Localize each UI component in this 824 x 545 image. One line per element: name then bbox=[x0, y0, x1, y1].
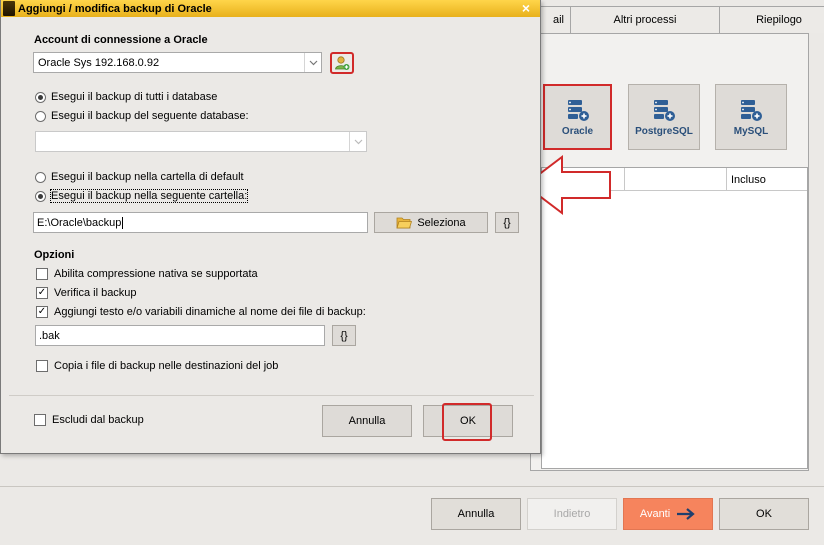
filename-suffix-value: .bak bbox=[39, 329, 60, 342]
checkbox-add-text[interactable]: ✓ Aggiungi testo e/o variabili dinamiche… bbox=[36, 306, 366, 318]
footer-divider bbox=[0, 486, 824, 487]
postgresql-button[interactable]: PostgreSQL bbox=[628, 84, 700, 150]
checkbox-box bbox=[36, 268, 48, 280]
postgresql-button-label: PostgreSQL bbox=[635, 125, 693, 137]
filename-suffix-input[interactable]: .bak bbox=[35, 325, 325, 346]
radio-custom-folder-label: Esegui il backup nella seguente cartella… bbox=[49, 189, 249, 203]
next-button[interactable]: Avanti bbox=[623, 498, 713, 530]
back-button[interactable]: Indietro bbox=[527, 498, 617, 530]
radio-indicator bbox=[35, 190, 46, 202]
text-caret bbox=[122, 216, 124, 229]
radio-default-folder-label: Esegui il backup nella cartella di defau… bbox=[51, 171, 244, 183]
cancel-button[interactable]: Annulla bbox=[431, 498, 521, 530]
radio-indicator bbox=[35, 110, 46, 122]
checkbox-copy-to-destinations-label: Copia i file di backup nelle destinazion… bbox=[54, 360, 279, 372]
oracle-backup-dialog: Aggiungi / modifica backup di Oracle × A… bbox=[0, 0, 541, 454]
database-add-icon bbox=[654, 99, 675, 121]
radio-single-database-label: Esegui il backup del seguente database: bbox=[51, 110, 249, 122]
radio-all-databases-label: Esegui il backup di tutti i database bbox=[51, 91, 218, 103]
oracle-button[interactable]: Oracle bbox=[543, 84, 612, 150]
radio-indicator bbox=[35, 171, 46, 183]
checkbox-native-compression-label: Abilita compressione nativa se supportat… bbox=[54, 268, 258, 280]
checkbox-copy-to-destinations[interactable]: Copia i file di backup nelle destinazion… bbox=[36, 360, 278, 372]
account-label: Account di connessione a Oracle bbox=[34, 34, 208, 46]
user-add-icon bbox=[335, 56, 350, 70]
ok-button[interactable]: OK bbox=[719, 498, 809, 530]
database-select[interactable] bbox=[35, 131, 367, 152]
checkbox-exclude-backup[interactable]: Escludi dal backup bbox=[34, 414, 144, 426]
mysql-button[interactable]: MySQL bbox=[715, 84, 787, 150]
folder-variables-button[interactable]: {} bbox=[495, 212, 519, 233]
grid-column-header-incluso[interactable]: Incluso bbox=[726, 168, 809, 191]
tab-strip: ail Altri processi Riepilogo bbox=[530, 6, 824, 34]
account-select-value: Oracle Sys 192.168.0.92 bbox=[38, 56, 160, 69]
chevron-down-icon bbox=[349, 132, 366, 151]
options-label: Opzioni bbox=[34, 249, 75, 261]
next-button-label: Avanti bbox=[639, 508, 671, 520]
tab-altri-processi[interactable]: Altri processi bbox=[570, 6, 720, 33]
dialog-cancel-button[interactable]: Annulla bbox=[322, 405, 412, 437]
edit-account-button[interactable] bbox=[330, 52, 354, 74]
tab-riepilogo[interactable]: Riepilogo bbox=[720, 6, 824, 33]
app-icon bbox=[3, 1, 15, 16]
checkmark-icon: ✓ bbox=[36, 287, 48, 299]
seleziona-label: Seleziona bbox=[417, 216, 466, 229]
radio-custom-folder[interactable]: Esegui il backup nella seguente cartella… bbox=[35, 189, 249, 203]
radio-indicator bbox=[35, 91, 46, 103]
database-add-icon bbox=[741, 99, 762, 121]
checkbox-verify-backup-label: Verifica il backup bbox=[54, 287, 137, 299]
account-select[interactable]: Oracle Sys 192.168.0.92 bbox=[33, 52, 322, 73]
suffix-variables-button[interactable]: {} bbox=[332, 325, 356, 346]
folder-path-input[interactable]: E:\Oracle\backup bbox=[33, 212, 368, 233]
dialog-divider bbox=[9, 395, 534, 396]
checkmark-icon: ✓ bbox=[36, 306, 48, 318]
radio-single-database[interactable]: Esegui il backup del seguente database: bbox=[35, 110, 249, 122]
checkbox-box bbox=[36, 360, 48, 372]
database-add-icon bbox=[567, 99, 589, 121]
radio-default-folder[interactable]: Esegui il backup nella cartella di defau… bbox=[35, 171, 244, 183]
checkbox-add-text-label: Aggiungi testo e/o variabili dinamiche a… bbox=[54, 306, 366, 318]
seleziona-button[interactable]: Seleziona bbox=[374, 212, 488, 233]
dialog-title: Aggiungi / modifica backup di Oracle bbox=[18, 2, 212, 15]
checkbox-native-compression[interactable]: Abilita compressione nativa se supportat… bbox=[36, 268, 258, 280]
grid-column-header[interactable] bbox=[624, 168, 726, 191]
ok-highlight-box bbox=[442, 403, 492, 441]
dialog-titlebar[interactable]: Aggiungi / modifica backup di Oracle × bbox=[1, 0, 540, 17]
checkbox-exclude-backup-label: Escludi dal backup bbox=[52, 414, 144, 426]
close-icon[interactable]: × bbox=[522, 0, 530, 16]
arrow-right-icon bbox=[677, 508, 695, 520]
mysql-button-label: MySQL bbox=[733, 125, 769, 137]
chevron-down-icon bbox=[304, 53, 321, 72]
radio-all-databases[interactable]: Esegui il backup di tutti i database bbox=[35, 91, 217, 103]
folder-path-value: E:\Oracle\backup bbox=[37, 216, 122, 229]
checkbox-box bbox=[34, 414, 46, 426]
checkbox-verify-backup[interactable]: ✓ Verifica il backup bbox=[36, 287, 137, 299]
oracle-button-label: Oracle bbox=[561, 125, 594, 137]
folder-icon bbox=[396, 217, 413, 229]
